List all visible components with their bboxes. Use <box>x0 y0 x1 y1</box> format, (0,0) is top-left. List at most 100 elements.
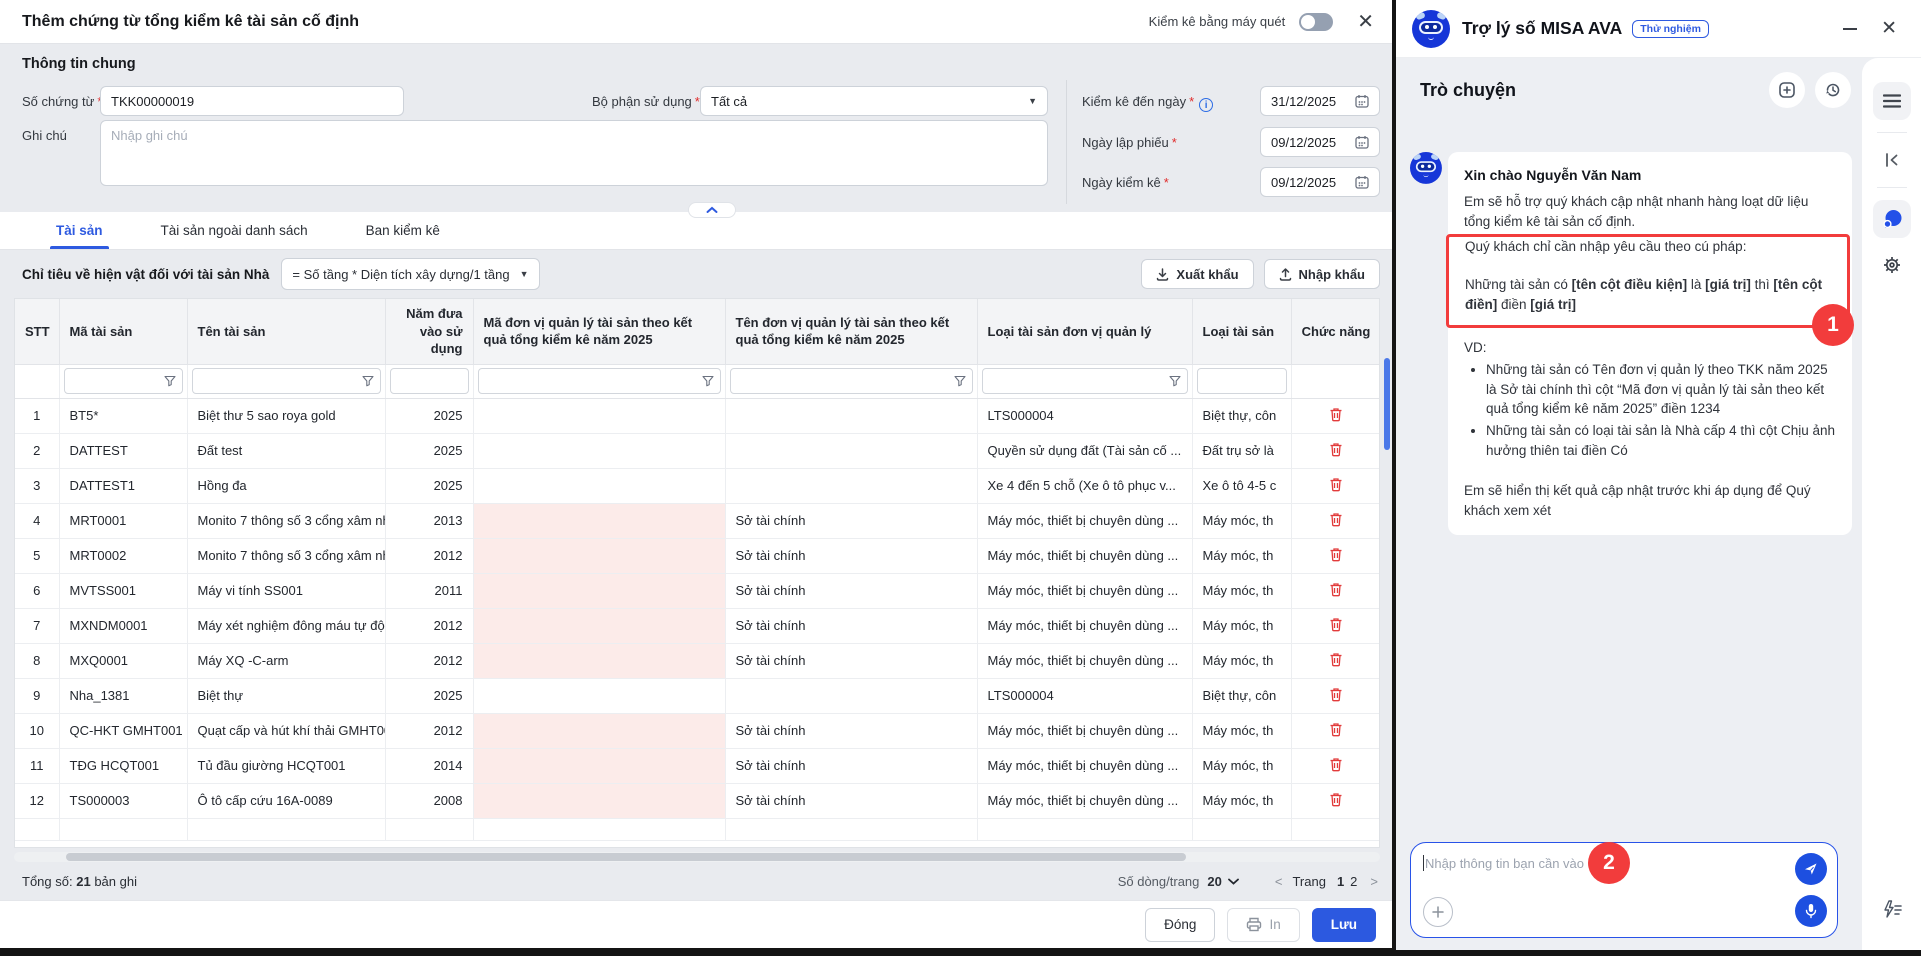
cell-4 <box>473 748 725 783</box>
note-textarea[interactable]: Nhập ghi chú <box>100 120 1048 186</box>
import-button[interactable]: Nhập khẩu <box>1264 259 1380 289</box>
collapse-panel-button[interactable] <box>1873 145 1911 175</box>
filter-input-5[interactable] <box>730 368 973 394</box>
table-row[interactable]: 9Nha_1381Biệt thự2025LTS000004Biệt thự, … <box>15 678 1380 713</box>
history-button[interactable] <box>1815 72 1851 108</box>
table-row[interactable]: 7MXNDM0001Máy xét nghiệm đông máu tự độn… <box>15 608 1380 643</box>
add-inventory-document-modal: Thêm chứng từ tổng kiểm kê tài sản cố đị… <box>0 0 1392 948</box>
horizontal-scrollbar[interactable] <box>14 852 1380 862</box>
settings-button[interactable] <box>1873 250 1911 280</box>
print-button[interactable]: In <box>1227 908 1299 942</box>
table-row[interactable]: 2DATTESTĐất test2025Quyền sử dụng đất (T… <box>15 433 1380 468</box>
export-button[interactable]: Xuất khẩu <box>1141 259 1253 289</box>
filter-input-6[interactable] <box>982 368 1188 394</box>
filter-funnel-icon[interactable] <box>164 375 176 387</box>
modal-close-icon[interactable]: ✕ <box>1357 12 1374 32</box>
table-row[interactable]: 3DATTEST1Hồng đa2025Xe 4 đến 5 chỗ (Xe ô… <box>15 468 1380 503</box>
filter-text-input[interactable] <box>989 374 1169 388</box>
department-select[interactable]: Tất cả▼ <box>700 86 1048 116</box>
filter-text-input[interactable] <box>1204 374 1280 388</box>
save-button[interactable]: Lưu <box>1312 908 1376 942</box>
delete-row-button[interactable] <box>1327 615 1345 637</box>
doc-no-input[interactable]: TKK00000019 <box>100 86 404 116</box>
inventory-to-date-label: Kiểm kê đến ngày*i <box>1082 94 1213 112</box>
tab-0[interactable]: Tài sản <box>56 212 103 249</box>
filter-funnel-icon[interactable] <box>954 375 966 387</box>
table-row[interactable]: 6MVTSS001Máy vi tính SS0012011Sở tài chí… <box>15 573 1380 608</box>
filter-cell-5 <box>725 364 977 398</box>
filter-input-2[interactable] <box>192 368 381 394</box>
delete-row-button[interactable] <box>1327 685 1345 707</box>
vertical-scrollbar-thumb[interactable] <box>1384 358 1390 450</box>
filter-funnel-icon[interactable] <box>1169 375 1181 387</box>
delete-row-button[interactable] <box>1327 720 1345 742</box>
table-row[interactable]: 4MRT0001Monito 7 thông số 3 cổng xâm nhậ… <box>15 503 1380 538</box>
inventory-to-date-input[interactable]: 31/12/2025 <box>1260 86 1380 116</box>
table-row[interactable]: 12TS000003Ô tô cấp cứu 16A-00892008Sở tà… <box>15 783 1380 818</box>
filter-input-3[interactable] <box>390 368 469 394</box>
chat-close-icon[interactable]: ✕ <box>1881 19 1897 38</box>
scrollbar-thumb[interactable] <box>66 853 1186 861</box>
filter-text-input[interactable] <box>737 374 954 388</box>
delete-row-button[interactable] <box>1327 440 1345 462</box>
table-row[interactable]: 11TĐG HCQT001Tủ đầu giường HCQT0012014Sở… <box>15 748 1380 783</box>
table-row[interactable]: 8MXQ0001Máy XQ -C-arm2012Sở tài chínhMáy… <box>15 643 1380 678</box>
filter-text-input[interactable] <box>485 374 702 388</box>
attach-button[interactable] <box>1423 897 1453 927</box>
page-button-2[interactable]: 2 <box>1347 874 1360 889</box>
next-page-button[interactable]: > <box>1368 874 1380 889</box>
formula-dropdown[interactable]: = Số tầng * Diện tích xây dựng/1 tầng ▼ <box>281 258 539 290</box>
menu-button[interactable] <box>1873 82 1911 120</box>
created-date-input[interactable]: 09/12/2025 <box>1260 127 1380 157</box>
delete-row-button[interactable] <box>1327 580 1345 602</box>
cell-4 <box>473 573 725 608</box>
column-header-1: Mã tài sản <box>59 299 187 364</box>
send-button[interactable] <box>1795 853 1827 885</box>
table-header-row: STTMã tài sảnTên tài sảnNăm đưa vào sử d… <box>15 299 1380 364</box>
tab-2[interactable]: Ban kiểm kê <box>366 212 440 249</box>
filter-text-input[interactable] <box>199 374 362 388</box>
close-button[interactable]: Đóng <box>1145 908 1215 942</box>
empty-cell <box>473 818 725 840</box>
delete-row-button[interactable] <box>1327 650 1345 672</box>
filter-cell-8 <box>1291 364 1380 398</box>
cell-4 <box>473 643 725 678</box>
filter-funnel-icon[interactable] <box>702 375 714 387</box>
minimize-icon[interactable] <box>1843 28 1857 30</box>
filter-text-input[interactable] <box>71 374 164 388</box>
table-row[interactable]: 5MRT0002Monito 7 thông số 3 cổng xâm nhậ… <box>15 538 1380 573</box>
voice-input-button[interactable] <box>1795 895 1827 927</box>
filter-input-1[interactable] <box>64 368 183 394</box>
calendar-icon[interactable] <box>1355 94 1369 108</box>
filter-funnel-icon[interactable] <box>362 375 374 387</box>
delete-row-button[interactable] <box>1327 475 1345 497</box>
filter-text-input[interactable] <box>397 374 462 388</box>
cell-7: Máy móc, th <box>1192 713 1291 748</box>
inventory-date-input[interactable]: 09/12/2025 <box>1260 167 1380 197</box>
delete-row-button[interactable] <box>1327 510 1345 532</box>
prev-page-button[interactable]: < <box>1273 874 1285 889</box>
scan-toggle[interactable] <box>1299 13 1333 31</box>
quick-actions-button[interactable] <box>1873 894 1911 924</box>
page-button-1[interactable]: 1 <box>1334 874 1347 889</box>
filter-input-7[interactable] <box>1197 368 1287 394</box>
calendar-icon[interactable] <box>1355 135 1369 149</box>
info-icon[interactable]: i <box>1199 98 1213 112</box>
rows-per-page-select[interactable]: 20 <box>1207 874 1238 889</box>
new-chat-button[interactable] <box>1769 72 1805 108</box>
delete-row-button[interactable] <box>1327 405 1345 427</box>
table-row[interactable]: 10QC-HKT GMHT001Quạt cấp và hút khí thải… <box>15 713 1380 748</box>
filter-input-4[interactable] <box>478 368 721 394</box>
table-toolbar: Chỉ tiêu về hiện vật đối với tài sản Nhà… <box>0 250 1392 298</box>
delete-row-button[interactable] <box>1327 545 1345 567</box>
delete-row-button[interactable] <box>1327 790 1345 812</box>
tab-1[interactable]: Tài sản ngoài danh sách <box>161 212 308 249</box>
calendar-icon[interactable] <box>1355 175 1369 189</box>
delete-row-button[interactable] <box>1327 755 1345 777</box>
column-header-3: Năm đưa vào sử dụng <box>385 299 473 364</box>
table-row[interactable]: 1BT5*Biệt thư 5 sao roya gold2025LTS0000… <box>15 398 1380 433</box>
send-icon <box>1803 861 1819 877</box>
collapse-section-button[interactable] <box>688 202 736 218</box>
empty-row <box>15 818 1380 840</box>
chat-tab-button[interactable] <box>1873 200 1911 238</box>
